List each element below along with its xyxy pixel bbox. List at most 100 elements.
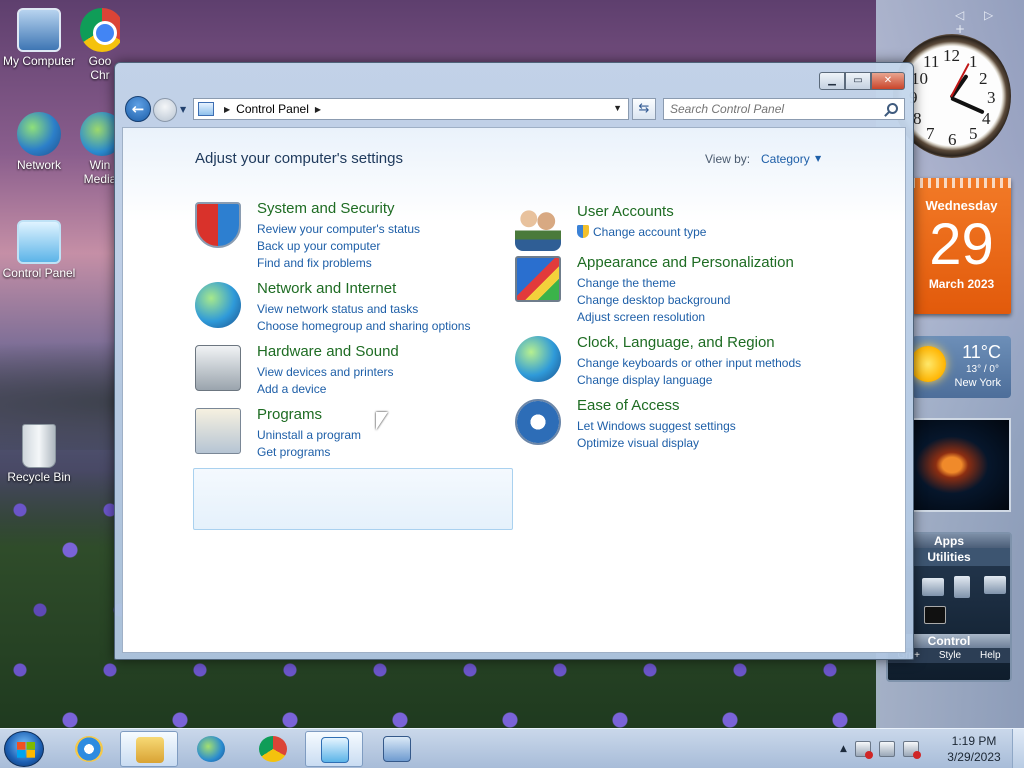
category-link[interactable]: Change account type: [577, 224, 706, 241]
desktop-icon-recycle-bin[interactable]: Recycle Bin: [0, 424, 78, 484]
desktop-icon-control-panel[interactable]: Control Panel: [0, 220, 78, 280]
folder-icon: [136, 737, 164, 763]
category-ease-of-access[interactable]: Ease of Access Let Windows suggest setti…: [515, 397, 835, 453]
show-desktop-button[interactable]: [1012, 729, 1024, 768]
category-link[interactable]: Get programs: [257, 444, 361, 461]
view-by-label: View by:: [705, 152, 751, 166]
weather-temperature: 11°C: [962, 342, 1001, 362]
clock-number: 8: [913, 109, 922, 128]
category-link[interactable]: Find and fix problems: [257, 255, 420, 272]
show-hidden-icons-icon[interactable]: ▲: [840, 744, 847, 754]
weather-gadget[interactable]: 11°C 13° / 0° New York: [910, 336, 1011, 398]
category-link[interactable]: Change the theme: [577, 275, 730, 292]
category-link-text[interactable]: Change account type: [593, 225, 706, 239]
taskbar-media-player[interactable]: [182, 731, 240, 767]
category-title[interactable]: User Accounts: [577, 203, 674, 220]
taskbar-chrome[interactable]: [244, 731, 302, 767]
app-tile-icon[interactable]: [954, 576, 970, 598]
apps-footer-style[interactable]: Style: [939, 650, 961, 661]
taskbar-internet-explorer[interactable]: [60, 731, 118, 767]
sun-icon: [910, 346, 946, 382]
category-programs[interactable]: Programs Uninstall a program Get program…: [195, 406, 515, 462]
recent-pages-dropdown-icon[interactable]: ▼: [180, 105, 186, 114]
category-link[interactable]: Adjust screen resolution: [577, 309, 730, 326]
taskbar-control-panel[interactable]: [305, 731, 363, 767]
close-button[interactable]: ✕: [871, 72, 905, 90]
chevron-down-icon[interactable]: ▼: [815, 154, 821, 163]
users-icon: [515, 205, 561, 251]
category-system-security[interactable]: System and Security Review your computer…: [195, 200, 515, 270]
category-link[interactable]: Change desktop background: [577, 292, 730, 309]
category-link[interactable]: Change keyboards or other input methods: [577, 355, 801, 372]
category-link[interactable]: Change display language: [577, 372, 801, 389]
category-title[interactable]: Programs: [257, 406, 322, 423]
category-link[interactable]: Review your computer's status: [257, 221, 420, 238]
search-box[interactable]: [663, 98, 905, 120]
maximize-button[interactable]: ▭: [845, 72, 871, 90]
taskbar-remote-desktop[interactable]: [368, 731, 426, 767]
category-user-accounts[interactable]: User Accounts Change account type: [515, 203, 835, 251]
app-tile-icon[interactable]: [922, 578, 944, 596]
category-link[interactable]: View network status and tasks: [257, 301, 470, 318]
slideshow-gadget[interactable]: [912, 418, 1011, 512]
clock-number: 11: [923, 52, 940, 71]
refresh-button[interactable]: ⇆: [632, 98, 656, 120]
category-link[interactable]: Choose homegroup and sharing options: [257, 318, 470, 335]
category-title[interactable]: Network and Internet: [257, 280, 396, 297]
category-title[interactable]: Ease of Access: [577, 397, 680, 414]
category-link[interactable]: Uninstall a program: [257, 427, 361, 444]
clock-number: 12: [943, 46, 960, 65]
back-button[interactable]: ←: [125, 96, 151, 122]
desktop-icon-network[interactable]: Network: [0, 112, 78, 172]
ease-of-access-icon: [515, 399, 561, 445]
address-dropdown-icon[interactable]: ▼: [613, 103, 622, 113]
category-hardware-sound[interactable]: Hardware and Sound View devices and prin…: [195, 343, 515, 399]
media-player-icon: [197, 736, 225, 762]
clock-number: 3: [987, 88, 996, 107]
mouse-cursor-icon: [376, 412, 388, 430]
search-input[interactable]: [670, 99, 880, 119]
desktop-icon-my-computer[interactable]: My Computer: [0, 8, 78, 68]
category-title[interactable]: Appearance and Personalization: [577, 254, 794, 271]
apps-footer-help[interactable]: Help: [980, 650, 1001, 661]
printer-icon: [195, 345, 241, 391]
category-network-internet[interactable]: Network and Internet View network status…: [195, 280, 515, 336]
minimize-button[interactable]: ▁: [819, 72, 845, 90]
taskbar: ▲ 1:19 PM 3/29/2023: [0, 728, 1024, 768]
gadget-nav-controls[interactable]: ◁ ▷ +: [955, 8, 1024, 36]
action-center-icon[interactable]: [854, 741, 873, 759]
category-link[interactable]: View devices and printers: [257, 364, 394, 381]
calendar-gadget[interactable]: Wednesday 29 March 2023: [912, 178, 1011, 314]
volume-muted-icon[interactable]: [902, 741, 921, 759]
category-link[interactable]: Add a device: [257, 381, 394, 398]
network-icon[interactable]: [878, 741, 895, 757]
address-bar[interactable]: ▶ Control Panel ▶ ▼: [193, 98, 629, 120]
taskbar-clock[interactable]: 1:19 PM 3/29/2023: [942, 733, 1006, 765]
app-tile-icon[interactable]: [984, 576, 1006, 594]
clock-number: 6: [948, 130, 957, 149]
view-by-dropdown[interactable]: Category: [761, 152, 810, 166]
clock-globe-icon: [515, 336, 561, 382]
taskbar-windows-explorer[interactable]: [120, 731, 178, 767]
category-link[interactable]: Optimize visual display: [577, 435, 736, 452]
category-clock-language-region[interactable]: Clock, Language, and Region Change keybo…: [515, 334, 835, 390]
search-icon[interactable]: [887, 103, 898, 114]
terminal-icon[interactable]: [924, 606, 946, 624]
clock-number: 1: [969, 52, 978, 71]
category-appearance[interactable]: Appearance and Personalization Change th…: [515, 254, 835, 324]
start-button[interactable]: [4, 731, 44, 767]
system-tray: ▲: [840, 735, 921, 763]
breadcrumb-arrow-icon[interactable]: ▶: [315, 105, 321, 114]
category-title[interactable]: System and Security: [257, 200, 395, 217]
category-link[interactable]: Back up your computer: [257, 238, 420, 255]
category-link[interactable]: Let Windows suggest settings: [577, 418, 736, 435]
control-panel-icon: [17, 220, 61, 264]
category-title[interactable]: Hardware and Sound: [257, 343, 399, 360]
forward-button[interactable]: [153, 98, 177, 122]
desktop-icon-label: Control Panel: [2, 266, 76, 280]
desktop-icon-label: My Computer: [2, 54, 76, 68]
category-title[interactable]: Clock, Language, and Region: [577, 334, 775, 351]
breadcrumb-control-panel[interactable]: Control Panel: [236, 102, 309, 116]
window-controls: ▁ ▭ ✕: [819, 72, 905, 90]
breadcrumb-arrow-icon[interactable]: ▶: [224, 105, 230, 114]
